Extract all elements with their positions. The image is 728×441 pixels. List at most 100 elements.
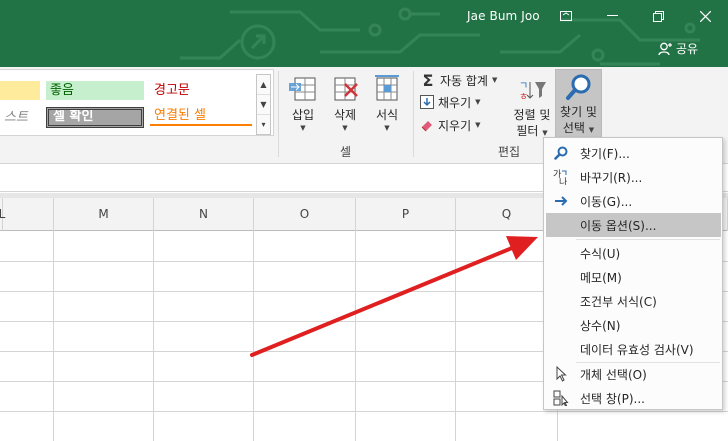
chevron-down-icon: ▼ [300,124,306,132]
style-warning-text[interactable]: 경고문 [150,81,250,100]
column-header[interactable]: M [54,198,154,231]
chevron-down-icon: ▼ [384,124,390,132]
autosum-button[interactable]: Σ 자동 합계 ▼ [420,70,498,90]
title-bar: Jae Bum Joo 공유 [0,0,728,67]
menu-item-replace[interactable]: 가나 바꾸기(R)... [546,165,721,189]
grid-line [0,411,728,412]
cell-styles-gallery: 좋음 경고문 스트 셀 확인 연결된 셀 ▲ ▼ ▾ [0,69,274,136]
gallery-expand-icon[interactable]: ▾ [257,115,270,135]
style-check-cell[interactable]: 셀 확인 [46,107,144,128]
arrow-right-icon [555,196,568,206]
menu-separator [576,239,720,240]
menu-item-selection-pane[interactable]: 선택 창(P)... [546,386,721,410]
svg-text:ㅎ: ㅎ [519,92,528,102]
find-select-label-2: 선택 [562,121,585,135]
minimize-button[interactable] [589,0,635,32]
find-select-label-1: 찾기 및 [560,105,597,119]
column-header[interactable]: P [356,198,456,231]
autosum-label: 자동 합계 [440,73,488,88]
styles-gallery-scroll[interactable]: ▲ ▼ ▾ [256,74,271,135]
menu-item-formulas[interactable]: 수식(U) [546,241,721,265]
eraser-icon [421,121,432,132]
delete-cells-icon [334,77,358,101]
sigma-icon: Σ [422,70,434,90]
grid-line [455,231,456,441]
restore-icon [652,10,664,22]
menu-item-find[interactable]: 찾기(F)... [546,141,721,165]
fill-label: 채우기 [438,95,472,110]
grid-line [253,231,254,441]
menu-label: 수식(U) [580,246,621,261]
menu-item-data-validation[interactable]: 데이터 유효성 검사(V) [546,337,721,361]
chevron-down-icon: ▼ [491,76,498,84]
format-cells-icon [375,75,399,101]
menu-label: 상수(N) [580,318,621,333]
scroll-up-icon[interactable]: ▲ [257,75,270,95]
search-icon [554,146,568,160]
minimize-icon [606,15,618,16]
share-label: 공유 [676,42,699,56]
pointer-icon [556,366,567,382]
find-select-button[interactable]: 찾기 및 선택 ▼ [555,69,602,139]
menu-item-goto[interactable]: 이동(G)... [546,189,721,213]
menu-label: 메모(M) [580,270,622,285]
menu-item-constants[interactable]: 상수(N) [546,313,721,337]
grid-line [53,231,54,441]
menu-label: 이동 옵션(S)... [580,218,657,233]
sort-filter-button[interactable]: ㄱ ㅎ 정렬 및 필터 ▼ [510,71,554,141]
style-neutral[interactable] [0,81,40,100]
format-cells-button[interactable]: 서식 ▼ [369,71,405,133]
replace-icon: 가나 [553,169,567,185]
menu-label: 바꾸기(R)... [580,170,643,185]
grid-line [355,231,356,441]
menu-label: 데이터 유효성 검사(V) [580,342,694,357]
user-name[interactable]: Jae Bum Joo [467,9,540,23]
column-header[interactable]: L [0,198,54,231]
menu-label: 찾기(F)... [580,146,630,161]
menu-label: 조건부 서식(C) [580,294,657,309]
selection-pane-icon [553,390,569,406]
insert-cells-button[interactable]: 삽입 ▼ [285,71,321,133]
group-separator [278,71,279,157]
style-explanatory[interactable]: 스트 [0,108,40,127]
cells-group-label: 셀 [340,145,352,159]
sort-filter-icon: ㄱ ㅎ [519,81,546,102]
column-header[interactable]: N [154,198,254,231]
restore-button[interactable] [635,0,681,32]
menu-item-conditional-formatting[interactable]: 조건부 서식(C) [546,289,721,313]
insert-label: 삽입 [291,108,315,122]
menu-item-select-objects[interactable]: 개체 선택(O) [546,362,721,386]
sort-filter-label-2: 필터 [516,124,539,138]
find-select-menu: 찾기(F)... 가나 바꾸기(R)... 이동(G)... 이동 옵션(S).… [543,137,723,410]
svg-text:나: 나 [559,177,567,185]
fill-down-icon [420,95,434,109]
editing-group-label: 편집 [498,145,521,159]
fill-button[interactable]: 채우기 ▼ [420,92,481,112]
style-good[interactable]: 좋음 [46,81,144,100]
menu-label: 개체 선택(O) [580,367,647,382]
chevron-down-icon: ▼ [588,126,595,134]
format-label: 서식 [375,108,399,122]
chevron-down-icon: ▼ [342,124,348,132]
clear-button[interactable]: 지우기 ▼ [420,115,481,135]
svg-text:ㄱ: ㄱ [519,81,528,92]
clear-label: 지우기 [438,118,472,133]
menu-label: 이동(G)... [580,194,633,209]
menu-item-goto-special[interactable]: 이동 옵션(S)... [546,213,721,237]
search-icon [565,74,590,100]
delete-cells-button[interactable]: 삭제 ▼ [327,71,363,133]
group-separator [413,71,414,157]
chevron-down-icon: ▼ [475,121,481,129]
scroll-down-icon[interactable]: ▼ [257,95,270,115]
style-linked-cell[interactable]: 연결된 셀 [150,107,252,126]
grid-line [153,231,154,441]
share-button[interactable]: 공유 [658,40,698,57]
close-button[interactable] [682,0,728,32]
person-icon [658,42,672,55]
ribbon-display-options-button[interactable] [543,0,589,32]
menu-label: 선택 창(P)... [580,391,645,406]
column-header[interactable]: O [254,198,356,231]
menu-item-comments[interactable]: 메모(M) [546,265,721,289]
close-icon [699,10,711,22]
chevron-down-icon: ▼ [475,98,481,106]
